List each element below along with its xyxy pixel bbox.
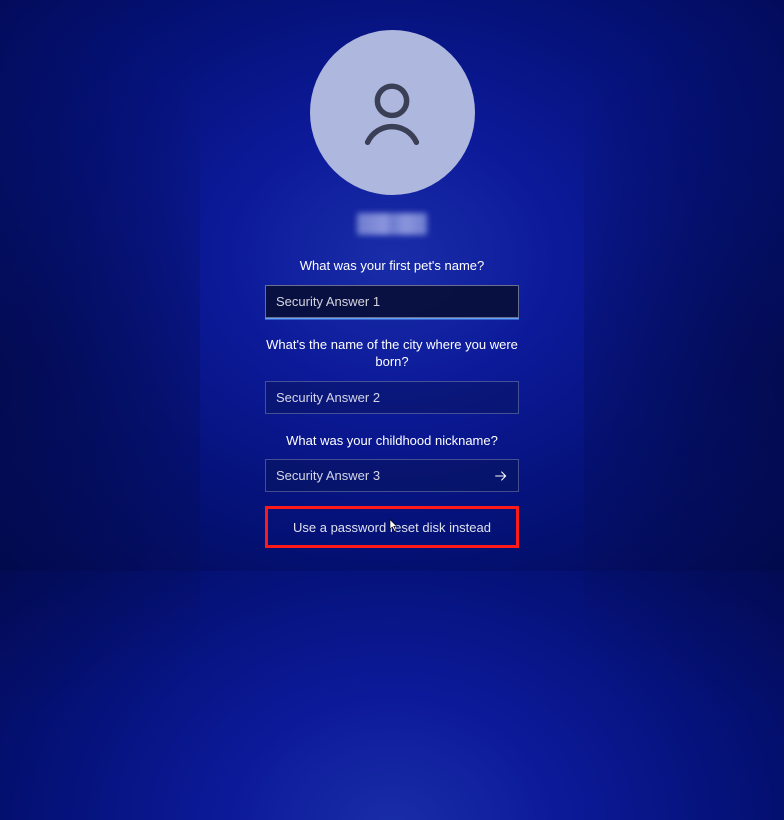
username-blurred	[357, 213, 427, 235]
answer-1-input[interactable]	[266, 286, 518, 317]
question-2-label: What's the name of the city where you we…	[265, 336, 519, 371]
answer-3-input[interactable]	[266, 460, 484, 491]
arrow-right-icon	[493, 468, 509, 484]
answer-2-input[interactable]	[266, 382, 518, 413]
submit-button[interactable]	[484, 460, 518, 491]
answer-2-field-wrap[interactable]	[265, 381, 519, 414]
answer-1-field-wrap[interactable]	[265, 285, 519, 318]
reset-disk-link[interactable]: Use a password reset disk instead	[265, 506, 519, 548]
person-icon	[353, 74, 431, 152]
reset-disk-link-label: Use a password reset disk instead	[293, 520, 491, 535]
avatar	[310, 30, 475, 195]
question-1-label: What was your first pet's name?	[265, 257, 519, 275]
question-3-label: What was your childhood nickname?	[265, 432, 519, 450]
answer-3-field-wrap[interactable]	[265, 459, 519, 492]
security-questions-form: What was your first pet's name? What's t…	[265, 235, 519, 548]
